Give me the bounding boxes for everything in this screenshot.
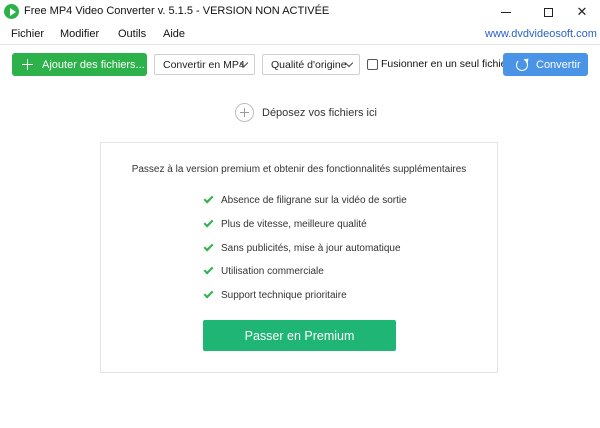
convert-label: Convertir bbox=[536, 58, 581, 71]
premium-heading: Passez à la version premium et obtenir d… bbox=[131, 164, 467, 175]
add-files-label: Ajouter des fichiers... bbox=[42, 58, 145, 71]
check-icon bbox=[203, 217, 214, 228]
maximize-icon bbox=[543, 7, 553, 17]
quality-select-value: Qualité d'origine bbox=[271, 58, 347, 71]
premium-panel: Passez à la version premium et obtenir d… bbox=[100, 142, 498, 373]
menu-edit[interactable]: Modifier bbox=[60, 28, 99, 40]
toolbar-divider bbox=[0, 44, 600, 45]
website-link[interactable]: www.dvdvideosoft.com bbox=[485, 28, 597, 40]
close-button[interactable]: ✕ bbox=[562, 0, 600, 24]
close-icon: ✕ bbox=[576, 4, 588, 19]
format-select-value: Convertir en MP4 bbox=[163, 58, 245, 71]
menu-bar: Fichier Modifier Outils Aide www.dvdvide… bbox=[0, 24, 600, 44]
feature-text: Support technique prioritaire bbox=[221, 289, 347, 301]
minimize-icon bbox=[501, 11, 511, 13]
dropzone-text[interactable]: Déposez vos fichiers ici bbox=[262, 107, 377, 119]
feature-item: Plus de vitesse, meilleure qualité bbox=[203, 217, 367, 231]
feature-item: Support technique prioritaire bbox=[203, 288, 347, 302]
feature-text: Plus de vitesse, meilleure qualité bbox=[221, 218, 367, 230]
convert-button[interactable]: Convertir bbox=[503, 53, 588, 76]
upgrade-premium-button[interactable]: Passer en Premium bbox=[203, 320, 396, 351]
feature-item: Absence de filigrane sur la vidéo de sor… bbox=[203, 193, 407, 207]
menu-tools[interactable]: Outils bbox=[118, 28, 146, 40]
check-icon bbox=[203, 193, 214, 204]
menu-file[interactable]: Fichier bbox=[11, 28, 44, 40]
feature-text: Absence de filigrane sur la vidéo de sor… bbox=[221, 194, 407, 206]
feature-text: Utilisation commerciale bbox=[221, 265, 324, 277]
minimize-button[interactable] bbox=[486, 0, 526, 24]
quality-select[interactable]: Qualité d'origine bbox=[262, 54, 360, 75]
title-bar: Free MP4 Video Converter v. 5.1.5 - VERS… bbox=[0, 0, 600, 24]
add-files-button[interactable]: Ajouter des fichiers... bbox=[12, 53, 147, 76]
merge-checkbox-label[interactable]: Fusionner en un seul fichier bbox=[381, 58, 510, 70]
feature-item: Utilisation commerciale bbox=[203, 264, 324, 278]
plus-icon bbox=[22, 59, 33, 70]
format-select[interactable]: Convertir en MP4 bbox=[154, 54, 255, 75]
menu-help[interactable]: Aide bbox=[163, 28, 185, 40]
check-icon bbox=[203, 241, 214, 252]
add-circle-icon[interactable] bbox=[235, 103, 254, 122]
feature-item: Sans publicités, mise à jour automatique bbox=[203, 241, 401, 255]
check-icon bbox=[203, 264, 214, 275]
feature-text: Sans publicités, mise à jour automatique bbox=[221, 242, 401, 254]
app-logo-icon bbox=[4, 4, 19, 19]
refresh-icon bbox=[516, 58, 528, 71]
window-title: Free MP4 Video Converter v. 5.1.5 - VERS… bbox=[24, 5, 330, 17]
check-icon bbox=[203, 288, 214, 299]
merge-checkbox[interactable] bbox=[367, 59, 378, 70]
